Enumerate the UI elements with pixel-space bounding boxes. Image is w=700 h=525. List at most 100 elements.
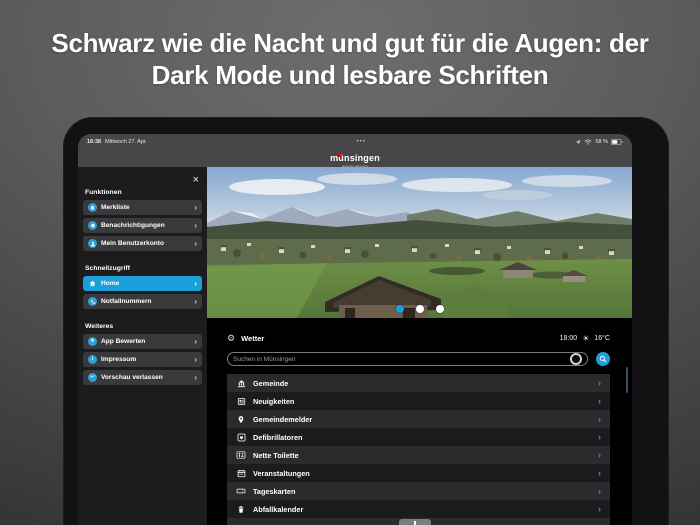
weather-temperature: 16°C	[594, 335, 610, 342]
town-hall-icon	[236, 378, 246, 388]
search-bar	[227, 352, 610, 366]
chevron-right-icon: ›	[598, 503, 601, 514]
sidebar-item-notfallnummern[interactable]: Notfallnummern ›	[83, 294, 202, 309]
chevron-right-icon: ›	[194, 296, 197, 306]
carousel-dot-2[interactable]	[415, 305, 424, 313]
sidebar-item-vorschau-verlassen[interactable]: ↩ Vorschau verlassen ›	[83, 370, 202, 385]
menu-item-gemeindemelder[interactable]: Gemeindemelder ›	[227, 410, 610, 428]
page-title: Schwarz wie die Nacht und gut für die Au…	[20, 28, 680, 91]
weather-widget: ⚙ Wetter 18:00 ☀ 16°C	[227, 330, 610, 347]
sun-icon: ☀	[582, 333, 590, 343]
sidebar-item-home[interactable]: Home ›	[83, 276, 202, 291]
bookmark-icon	[88, 203, 97, 212]
tablet-screen: 18:38 Mittwoch 27. Apr. ••• 58 % münsing…	[78, 134, 632, 525]
info-icon: i	[88, 355, 97, 364]
municipality-logo: münsingen	[330, 153, 380, 163]
sidebar-item-app-bewerten[interactable]: ★ App Bewerten ›	[83, 334, 202, 349]
location-arrow-icon	[576, 139, 581, 145]
chevron-right-icon: ›	[194, 372, 197, 382]
hero-carousel	[207, 167, 632, 318]
toilet-icon	[236, 450, 246, 460]
search-button[interactable]	[596, 352, 610, 366]
chevron-right-icon: ›	[194, 238, 197, 248]
menu-item-defibrillatoren[interactable]: Defibrillatoren ›	[227, 428, 610, 446]
chevron-right-icon: ›	[598, 377, 601, 388]
menu-item-label: Defibrillatoren	[253, 432, 303, 442]
slide: Schwarz wie die Nacht und gut für die Au…	[0, 0, 700, 525]
sidebar-item-impressum[interactable]: i Impressum ›	[83, 352, 202, 367]
trash-icon	[236, 504, 246, 514]
menu-item-label: Gemeindemelder	[253, 414, 313, 424]
menu-item-label: Tageskarten	[253, 486, 296, 496]
battery-percent: 58 %	[595, 139, 608, 145]
chevron-right-icon: ›	[598, 449, 601, 460]
menu-item-tageskarten[interactable]: Tageskarten ›	[227, 482, 610, 500]
sidebar-item-label: Vorschau verlassen	[101, 374, 163, 381]
map-pin-icon	[236, 414, 246, 424]
chevron-right-icon: ›	[194, 336, 197, 346]
sidebar-menu: × Funktionen Merkliste › Benachrichtigun…	[78, 167, 207, 525]
phone-icon	[88, 297, 97, 306]
sidebar-item-label: Merkliste	[101, 204, 130, 211]
search-field	[227, 352, 588, 366]
menu-list: Gemeinde › Neuigkeiten › Gemeindemelder	[227, 374, 610, 525]
carousel-dot-3[interactable]	[435, 305, 444, 313]
leave-arrow-icon: ↩	[88, 373, 97, 382]
sidebar-section-funktionen: Funktionen	[85, 189, 122, 196]
status-date: Mittwoch 27. Apr.	[105, 139, 147, 145]
carousel-dot-1[interactable]	[395, 305, 404, 313]
home-indicator[interactable]	[399, 519, 431, 525]
title-line-1: Schwarz wie die Nacht und gut für die Au…	[51, 28, 649, 58]
tablet-frame: 18:38 Mittwoch 27. Apr. ••• 58 % münsing…	[63, 117, 669, 525]
menu-item-label: Gemeinde	[253, 378, 289, 388]
chevron-right-icon: ›	[194, 220, 197, 230]
sidebar-item-label: Home	[101, 280, 120, 287]
menu-item-label: Abfallkalender	[253, 504, 304, 514]
chevron-right-icon: ›	[194, 278, 197, 288]
status-time: 18:38	[87, 139, 102, 145]
sidebar-item-benachrichtigungen[interactable]: Benachrichtigungen ›	[83, 218, 202, 233]
home-icon	[88, 279, 97, 288]
menu-item-neuigkeiten[interactable]: Neuigkeiten ›	[227, 392, 610, 410]
close-icon[interactable]: ×	[193, 174, 202, 186]
star-icon: ★	[88, 337, 97, 346]
sidebar-section-schnellzugriff: Schnellzugriff	[85, 265, 130, 272]
carousel-dots	[207, 305, 632, 313]
menu-item-abfallkalender[interactable]: Abfallkalender ›	[227, 500, 610, 518]
wifi-icon	[584, 139, 593, 145]
menu-item-label: Neuigkeiten	[253, 396, 295, 406]
title-line-2: Dark Mode und lesbare Schriften	[151, 59, 549, 90]
menu-item-gemeinde[interactable]: Gemeinde ›	[227, 374, 610, 392]
chevron-right-icon: ›	[194, 354, 197, 364]
ticket-icon	[236, 486, 246, 496]
chevron-right-icon: ›	[598, 431, 601, 442]
menu-item-label: Nette Toilette	[253, 450, 299, 460]
status-bar: 18:38 Mittwoch 27. Apr. ••• 58 %	[78, 134, 632, 148]
search-icon	[599, 355, 607, 363]
clear-icon[interactable]	[570, 353, 582, 365]
news-icon	[236, 396, 246, 406]
weather-label: Wetter	[241, 334, 265, 343]
menu-item-label: Veranstaltungen	[253, 468, 310, 478]
sidebar-item-benutzerkonto[interactable]: Mein Benutzerkonto ›	[83, 236, 202, 251]
chevron-right-icon: ›	[194, 202, 197, 212]
calendar-icon	[236, 468, 246, 478]
user-icon	[88, 239, 97, 248]
sidebar-item-merkliste[interactable]: Merkliste ›	[83, 200, 202, 215]
menu-item-veranstaltungen[interactable]: Veranstaltungen ›	[227, 464, 610, 482]
sidebar-item-label: Benachrichtigungen	[101, 222, 165, 229]
scrollbar[interactable]	[625, 367, 628, 393]
menu-item-nette-toilette[interactable]: Nette Toilette ›	[227, 446, 610, 464]
search-input[interactable]	[233, 355, 570, 363]
gear-icon[interactable]: ⚙	[227, 334, 235, 343]
main-content: ⚙ Wetter 18:00 ☀ 16°C Suchen in Münsinge…	[207, 167, 632, 525]
bell-icon	[88, 221, 97, 230]
chevron-right-icon: ›	[598, 485, 601, 496]
sidebar-section-weiteres: Weiteres	[85, 323, 114, 330]
chevron-right-icon: ›	[598, 467, 601, 478]
defibrillator-icon	[236, 432, 246, 442]
landscape-photo	[207, 167, 632, 318]
multitask-dots-icon: •••	[356, 139, 366, 145]
sidebar-item-label: App Bewerten	[101, 338, 146, 345]
sidebar-item-label: Mein Benutzerkonto	[101, 240, 165, 247]
